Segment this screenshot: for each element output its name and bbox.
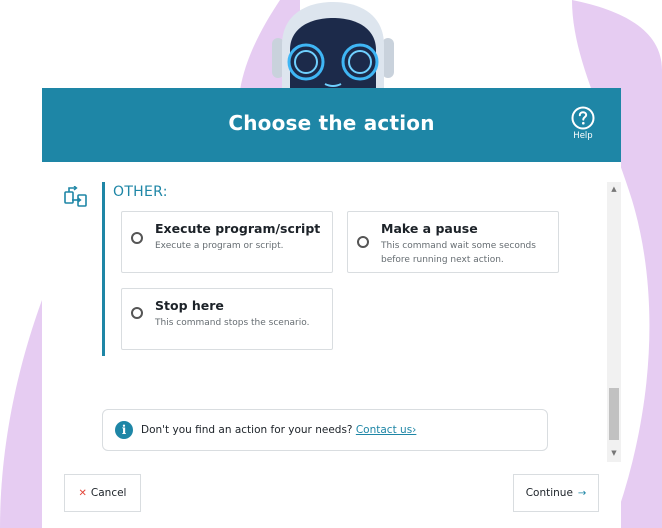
scrollbar[interactable]: ▲ ▼ xyxy=(607,182,621,462)
cancel-label: Cancel xyxy=(90,487,127,499)
close-icon: ✕ xyxy=(78,487,87,499)
continue-button[interactable]: Continue → xyxy=(513,474,599,512)
help-button[interactable]: Help xyxy=(563,106,603,141)
info-text: Don't you find an action for your needs?… xyxy=(141,424,416,436)
dialog-header: Choose the action Help xyxy=(42,88,621,162)
cancel-button[interactable]: ✕ Cancel xyxy=(64,474,141,512)
swap-boxes-icon xyxy=(64,186,87,207)
category-accent-line xyxy=(102,182,105,356)
robot-mascot xyxy=(272,2,394,92)
contact-us-link[interactable]: Contact us› xyxy=(356,424,417,436)
option-execute-program[interactable]: Execute program/script Execute a program… xyxy=(121,211,333,273)
scroll-thumb[interactable] xyxy=(609,388,619,440)
info-message: Don't you find an action for your needs? xyxy=(141,424,353,436)
info-icon: i xyxy=(115,421,133,439)
help-circle-icon xyxy=(571,106,595,130)
option-title: Stop here xyxy=(155,298,224,313)
dialog-title: Choose the action xyxy=(228,111,435,135)
category-title: OTHER: xyxy=(113,184,168,200)
option-description: Execute a program or script. xyxy=(155,241,284,251)
option-stop-here[interactable]: Stop here This command stops the scenari… xyxy=(121,288,333,350)
help-label: Help xyxy=(573,131,593,141)
arrow-right-icon: → xyxy=(577,487,587,499)
radio-button[interactable] xyxy=(131,232,143,244)
option-description: This command wait some seconds before ru… xyxy=(381,241,536,265)
radio-button[interactable] xyxy=(131,307,143,319)
option-title: Execute program/script xyxy=(155,221,321,236)
scroll-up-arrow[interactable]: ▲ xyxy=(607,184,621,194)
continue-label: Continue xyxy=(525,487,573,499)
option-description: This command stops the scenario. xyxy=(155,318,310,328)
option-make-pause[interactable]: Make a pause This command wait some seco… xyxy=(347,211,559,273)
help-info-bar: i Don't you find an action for your need… xyxy=(102,409,548,451)
scroll-down-arrow[interactable]: ▼ xyxy=(607,448,621,458)
option-title: Make a pause xyxy=(381,221,478,236)
choose-action-dialog: Choose the action Help OTHER: Execute pr… xyxy=(42,88,621,528)
radio-button[interactable] xyxy=(357,236,369,248)
